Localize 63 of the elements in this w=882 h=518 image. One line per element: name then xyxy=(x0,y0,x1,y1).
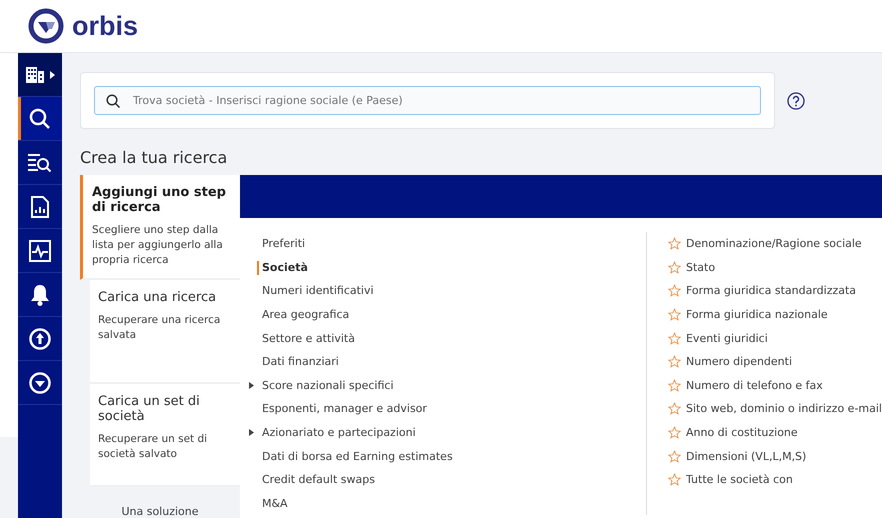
logo-icon xyxy=(29,372,51,394)
field-item[interactable]: Dimensioni (VL,L,M,S) xyxy=(686,450,806,463)
category-item[interactable]: Società xyxy=(240,256,646,280)
search-icon xyxy=(106,94,120,108)
bell-icon xyxy=(30,284,50,306)
star-icon[interactable] xyxy=(668,237,681,250)
step-card[interactable]: Aggiungi uno step di ricerca Scegliere uno step dalla lista per aggiungerlo alla propria ricerca xyxy=(80,175,240,280)
star-icon[interactable] xyxy=(668,332,681,345)
star-icon[interactable] xyxy=(668,308,681,322)
step-description: Scegliere uno step dalla lista per aggiungerlo alla propria ricerca xyxy=(92,223,224,268)
field-item[interactable]: Sito web, dominio o indirizzo e-mail xyxy=(686,402,882,416)
category-item[interactable]: Esponenti, manager e advisor xyxy=(240,397,646,421)
step-title: Carica un set di società xyxy=(98,394,201,424)
category-item[interactable]: Area geografica xyxy=(240,302,646,326)
list-search-icon xyxy=(28,152,52,172)
help-icon[interactable] xyxy=(787,92,805,110)
star-icon[interactable] xyxy=(668,355,681,368)
field-item[interactable]: Denominazione/Ragione sociale xyxy=(686,237,862,250)
buildings-icon xyxy=(26,66,46,82)
sidebar-button[interactable] xyxy=(18,97,62,141)
field-item[interactable]: Stato xyxy=(686,260,716,274)
star-icon[interactable] xyxy=(668,402,681,416)
pulse-icon xyxy=(29,240,51,262)
step-title: Aggiungi uno step di ricerca xyxy=(92,185,227,215)
category-item[interactable]: Dati di borsa ed Earning estimates xyxy=(240,444,646,468)
category-item[interactable]: M&A xyxy=(240,492,646,516)
report-icon xyxy=(31,196,49,218)
star-icon[interactable] xyxy=(668,284,681,298)
field-item[interactable]: Eventi giuridici xyxy=(686,332,768,345)
category-item[interactable]: Dati finanziari xyxy=(240,350,646,374)
step-description: Recuperare un set di società salvato xyxy=(98,432,208,462)
footer-text: Una soluzione xyxy=(120,505,200,518)
category-item[interactable]: Numeri identificativi xyxy=(240,279,646,303)
field-item[interactable]: Numero dipendenti xyxy=(686,355,792,368)
caret-icon xyxy=(248,382,254,389)
category-item[interactable]: Azionariato e partecipazioni xyxy=(240,420,646,444)
step-title: Carica una ricerca xyxy=(98,290,218,306)
upload-icon xyxy=(29,328,51,350)
search-field[interactable]: Trova società - Inserisci ragione sociale (e Paese) xyxy=(94,86,761,115)
field-item[interactable]: Numero di telefono e fax xyxy=(686,378,823,392)
logo-text: orbis xyxy=(72,10,138,42)
sidebar-button[interactable] xyxy=(18,53,62,97)
section-heading: Crea la tua ricerca xyxy=(80,148,228,167)
step-description: Recuperare una ricerca salvata xyxy=(98,313,222,344)
field-item[interactable]: Anno di costituzione xyxy=(686,426,798,440)
caret-icon xyxy=(50,70,54,78)
search-icon xyxy=(29,108,51,130)
category-item[interactable]: Credit default swaps xyxy=(240,468,646,492)
step-card[interactable]: Carica una ricerca Recuperare una ricerca salvata xyxy=(90,280,240,384)
field-item[interactable]: Forma giuridica standardizzata xyxy=(686,284,856,298)
logo-icon xyxy=(28,8,64,44)
category-item[interactable]: Preferiti xyxy=(240,232,646,256)
caret-icon xyxy=(248,429,254,436)
step-card[interactable]: Carica un set di società Recuperare un set di società salvato xyxy=(90,384,240,488)
star-icon[interactable] xyxy=(668,473,681,486)
star-icon[interactable] xyxy=(668,260,681,274)
field-item[interactable]: Tutte le società con xyxy=(686,473,793,486)
star-icon[interactable] xyxy=(668,378,681,392)
star-icon[interactable] xyxy=(668,450,681,463)
category-item[interactable]: Settore e attività xyxy=(240,326,646,350)
category-item[interactable]: Score nazionali specifici xyxy=(240,374,646,398)
field-item[interactable]: Forma giuridica nazionale xyxy=(686,308,828,322)
star-icon[interactable] xyxy=(668,426,681,440)
